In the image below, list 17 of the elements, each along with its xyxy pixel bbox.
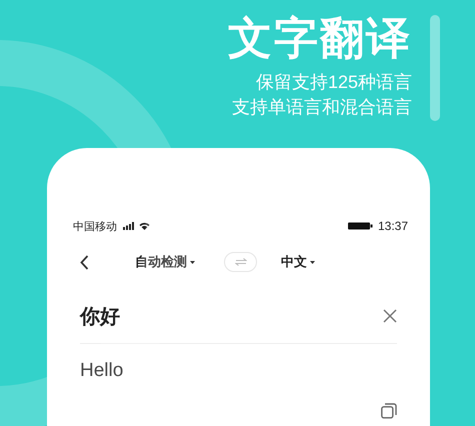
back-icon[interactable] — [80, 254, 89, 270]
close-icon[interactable] — [383, 309, 397, 323]
source-language[interactable]: 自动检测 — [135, 253, 187, 271]
signal-icon — [123, 222, 135, 230]
translation-text: Hello — [80, 361, 124, 381]
copy-icon[interactable] — [381, 403, 397, 419]
battery-icon — [348, 222, 373, 230]
swap-icon — [234, 258, 246, 266]
target-language[interactable]: 中文 — [281, 253, 307, 271]
input-text[interactable]: 你好 — [80, 302, 120, 330]
carrier-name: 中国移动 — [73, 220, 117, 234]
status-time: 13:37 — [378, 219, 408, 233]
promo-subtitle: 保留支持125种语言 — [256, 71, 412, 94]
caret-icon — [190, 260, 195, 264]
caret-icon — [310, 260, 315, 264]
promo-title: 文字翻译 — [228, 14, 412, 64]
promo-subtitle: 支持单语言和混合语言 — [232, 96, 412, 119]
